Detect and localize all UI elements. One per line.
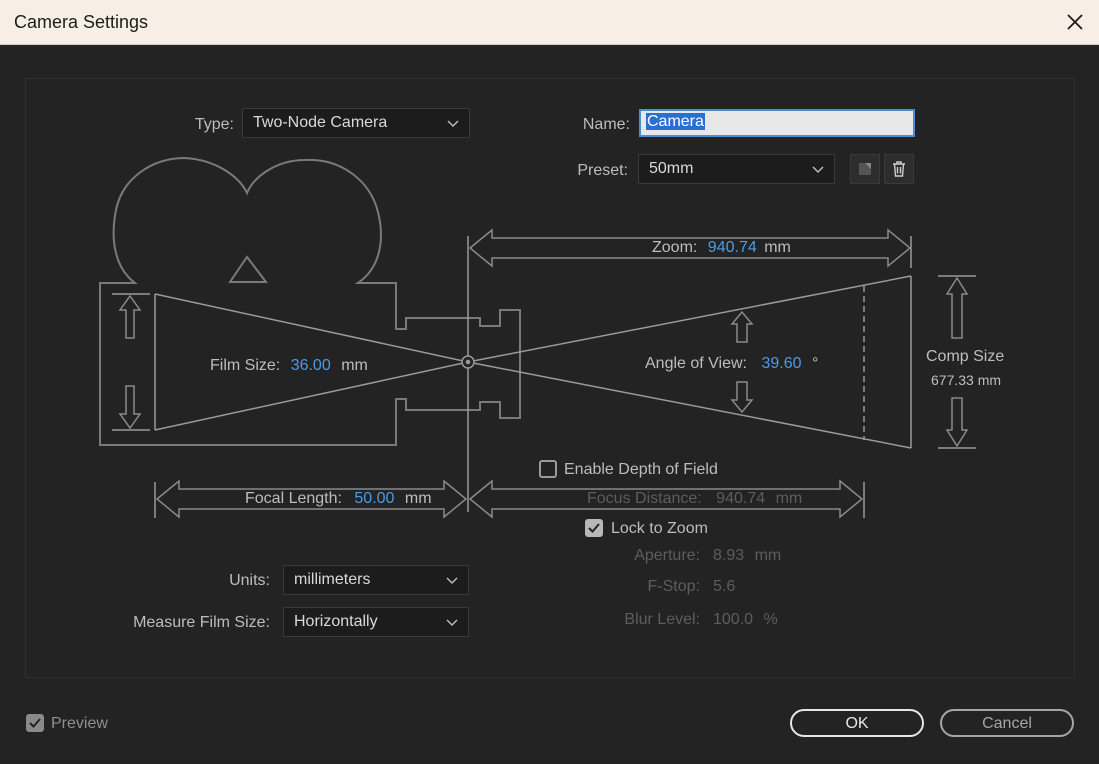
blur-level-number: 100.0	[713, 611, 754, 628]
focal-length-label: Focal Length:	[245, 490, 342, 507]
film-size-row: Film Size: 36.00 mm	[208, 357, 370, 375]
focus-distance-unit: mm	[775, 490, 803, 507]
checkmark-icon	[588, 523, 600, 533]
preset-select[interactable]: 50mm	[638, 154, 835, 184]
angle-of-view-unit: °	[811, 355, 819, 372]
blur-level-unit: %	[763, 611, 778, 628]
aperture-label: Aperture:	[634, 547, 700, 564]
save-preset-icon	[859, 163, 871, 175]
lock-to-zoom-checkbox[interactable]	[585, 519, 603, 537]
measure-film-size-value: Horizontally	[294, 613, 378, 630]
type-label: Type:	[194, 116, 234, 133]
type-select[interactable]: Two-Node Camera	[242, 108, 470, 138]
aperture-value: 8.93 mm	[713, 547, 781, 565]
focus-distance-label: Focus Distance:	[587, 490, 702, 507]
angle-of-view-row: Angle of View: 39.60 °	[643, 355, 821, 373]
zoom-label: Zoom:	[652, 239, 698, 256]
measure-film-size-label: Measure Film Size:	[133, 614, 270, 631]
f-stop-value: 5.6	[713, 578, 736, 595]
name-value: Camera	[646, 113, 705, 130]
lock-to-zoom-label: Lock to Zoom	[611, 520, 708, 537]
preview-checkbox[interactable]	[26, 714, 44, 732]
name-label: Name:	[582, 116, 630, 133]
checkmark-icon	[29, 718, 41, 728]
units-select[interactable]: millimeters	[283, 565, 469, 595]
chevron-down-icon	[446, 577, 458, 585]
focus-distance-value: 940.74	[716, 490, 766, 507]
focal-length-value[interactable]: 50.00	[354, 490, 394, 507]
units-value: millimeters	[294, 571, 371, 588]
enable-dof-checkbox[interactable]	[539, 460, 557, 478]
angle-of-view-value[interactable]: 39.60	[761, 355, 801, 372]
zoom-row: Zoom: 940.74 mm	[652, 239, 791, 257]
focal-length-unit: mm	[404, 490, 432, 507]
trash-icon	[893, 161, 905, 177]
preset-value: 50mm	[649, 160, 694, 177]
blur-level-label: Blur Level:	[624, 611, 700, 628]
aperture-unit: mm	[754, 547, 782, 564]
save-preset-button[interactable]	[850, 154, 880, 184]
camera-triangle	[228, 255, 269, 283]
cancel-button[interactable]: Cancel	[940, 709, 1074, 737]
comp-size-label: Comp Size	[926, 348, 1005, 365]
film-size-unit: mm	[341, 357, 368, 374]
film-size-label: Film Size:	[210, 357, 281, 374]
film-size-value[interactable]: 36.00	[291, 357, 331, 374]
preset-label: Preset:	[577, 162, 628, 179]
chevron-down-icon	[447, 120, 459, 128]
f-stop-label: F-Stop:	[647, 578, 700, 595]
name-field[interactable]: Camera	[639, 109, 915, 137]
angle-of-view-label: Angle of View:	[645, 355, 747, 372]
delete-preset-button[interactable]	[884, 154, 914, 184]
enable-dof-label: Enable Depth of Field	[564, 461, 718, 478]
chevron-down-icon	[812, 166, 824, 174]
units-label: Units:	[229, 572, 270, 589]
zoom-unit: mm	[764, 239, 791, 256]
chevron-down-icon	[446, 619, 458, 627]
focus-distance-row: Focus Distance: 940.74 mm	[584, 490, 806, 508]
aperture-number: 8.93	[713, 547, 745, 564]
zoom-value[interactable]: 940.74	[708, 239, 757, 256]
comp-size-value: 677.33 mm	[931, 372, 1002, 388]
camera-body-outline	[99, 156, 521, 446]
type-value: Two-Node Camera	[253, 114, 388, 131]
preview-label: Preview	[51, 715, 108, 732]
blur-level-value: 100.0 %	[713, 611, 778, 629]
ok-button[interactable]: OK	[790, 709, 924, 737]
focal-length-row: Focal Length: 50.00 mm	[242, 490, 435, 508]
measure-film-size-select[interactable]: Horizontally	[283, 607, 469, 637]
